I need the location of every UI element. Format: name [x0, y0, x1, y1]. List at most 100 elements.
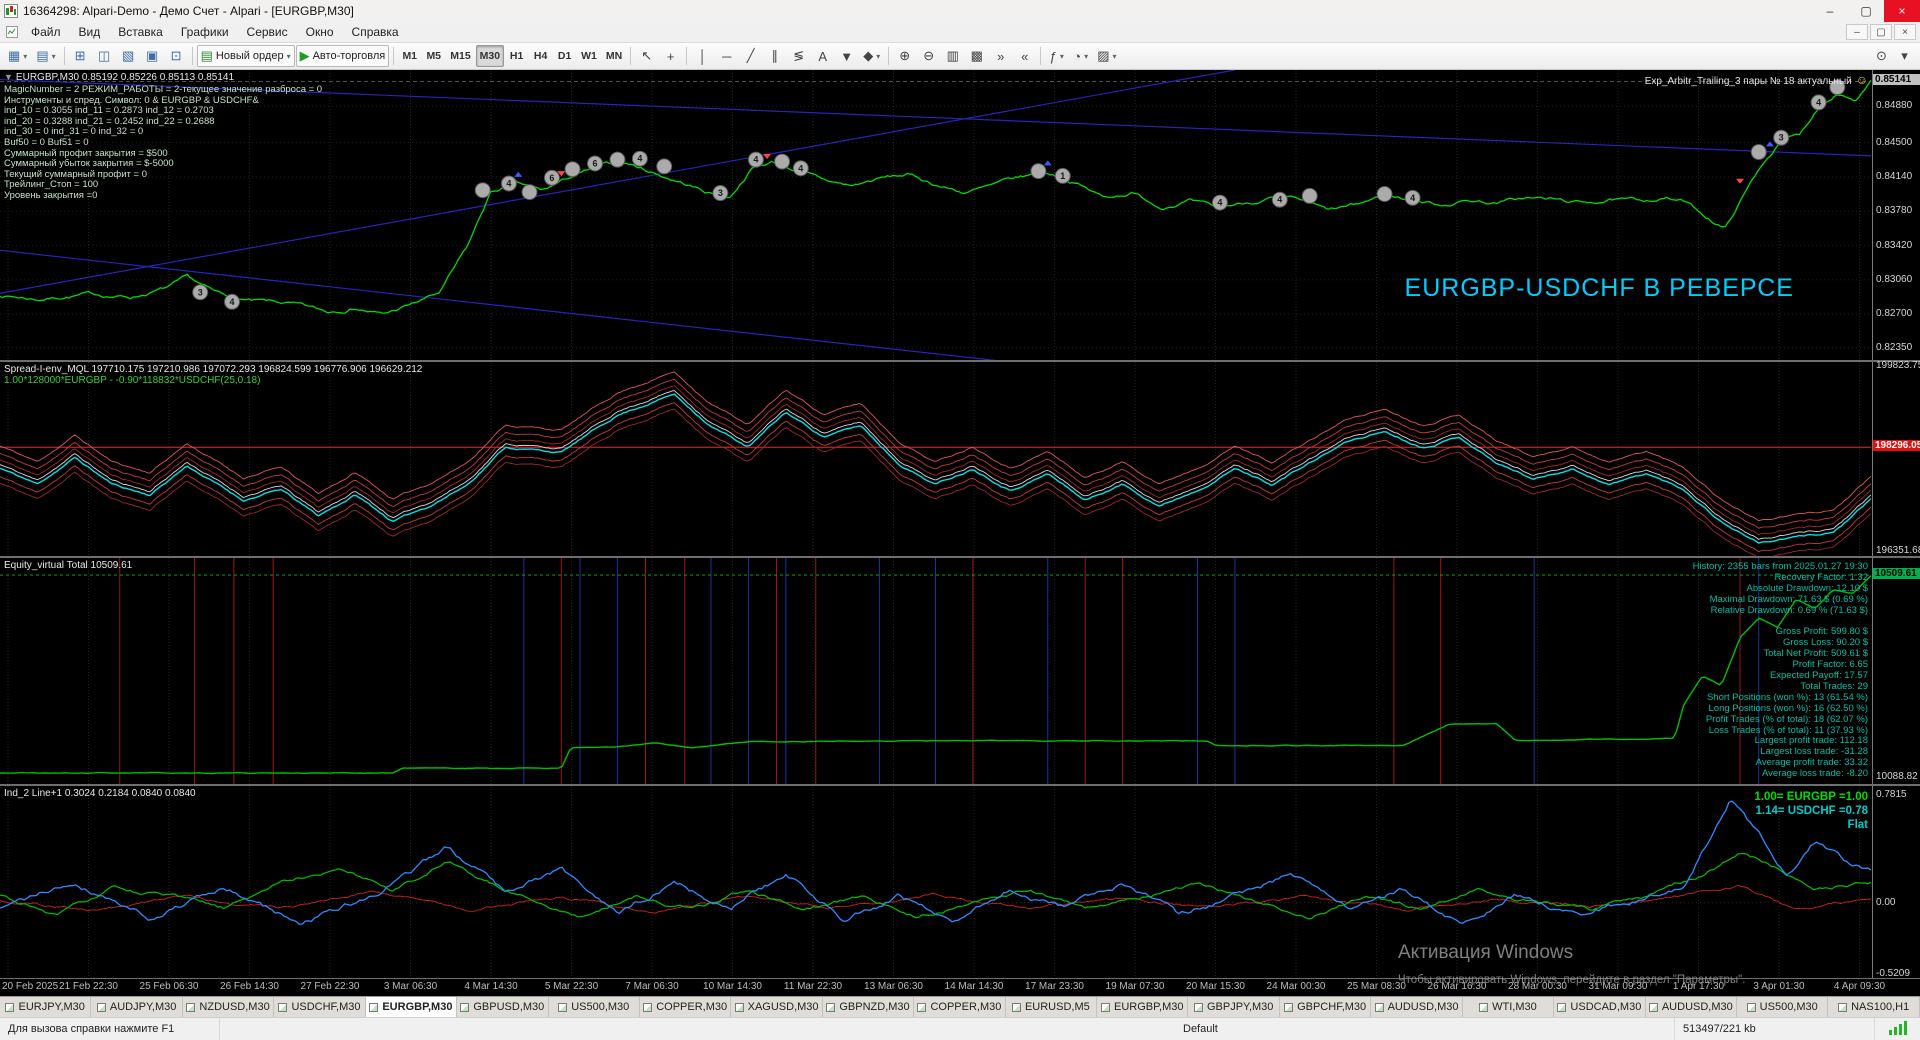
- chart-tab-eurusd-m5[interactable]: EURUSD,M5: [1005, 997, 1098, 1017]
- trade-marker[interactable]: 4: [500, 175, 517, 192]
- fibonacci-button[interactable]: ≶: [787, 45, 810, 67]
- chart-tab-audusd-m30[interactable]: AUDUSD,M30: [1371, 997, 1463, 1017]
- market-watch-button[interactable]: ⊞: [69, 45, 92, 67]
- spread-indicator-plot[interactable]: [0, 362, 1871, 556]
- navigator-button[interactable]: ▧: [117, 45, 140, 67]
- chart-tab-eurgbp-m30[interactable]: EURGBP,M30: [365, 997, 458, 1017]
- equidistant-channel-button[interactable]: ∥: [763, 45, 786, 67]
- price-scale-panel2[interactable]: 199823.75 196351.68 198296.05: [1872, 360, 1920, 556]
- timeframe-m5-button[interactable]: M5: [422, 45, 445, 67]
- tile-windows-button[interactable]: ▥: [941, 45, 964, 67]
- chart-tab-gbpnzd-m30[interactable]: GBPNZD,M30: [822, 997, 915, 1017]
- trade-marker[interactable]: 6: [586, 155, 603, 172]
- trade-marker[interactable]: [474, 182, 491, 199]
- cursor-button[interactable]: ↖: [635, 45, 658, 67]
- menu-help[interactable]: Справка: [343, 22, 408, 42]
- menu-charts[interactable]: Графики: [172, 22, 238, 42]
- chart-shift-button[interactable]: «: [1013, 45, 1036, 67]
- chart-tab-nzdusd-m30[interactable]: NZDUSD,M30: [182, 997, 275, 1017]
- trade-marker[interactable]: 4: [1404, 189, 1421, 206]
- search-button[interactable]: ⊙: [1870, 45, 1893, 67]
- zoom-in-button[interactable]: ⊕: [893, 45, 916, 67]
- trade-marker[interactable]: [609, 151, 626, 168]
- trade-marker[interactable]: [564, 161, 581, 178]
- chart-tab-usdcad-m30[interactable]: USDCAD,M30: [1554, 997, 1646, 1017]
- trade-marker[interactable]: 4: [224, 293, 241, 310]
- autotrade-button[interactable]: ▶ Авто-торговля: [295, 45, 390, 67]
- templates-button[interactable]: ▨ ▾: [1093, 45, 1120, 67]
- trade-marker[interactable]: 4: [747, 151, 764, 168]
- cascade-windows-button[interactable]: ▩: [965, 45, 988, 67]
- trade-marker[interactable]: 4: [1810, 94, 1827, 111]
- new-chart-button[interactable]: ▦ ▾: [4, 45, 31, 67]
- new-order-button[interactable]: ▤ Новый ордер ▾: [196, 45, 295, 67]
- chart-window-icon[interactable]: [6, 26, 18, 38]
- timeframe-d1-button[interactable]: D1: [553, 45, 576, 67]
- profiles-button[interactable]: ▤ ▾: [32, 45, 59, 67]
- ea-smiley-icon[interactable]: ☺: [1856, 73, 1868, 87]
- horizontal-line-button[interactable]: ─: [715, 45, 738, 67]
- one-click-trading-arrow[interactable]: ▼: [4, 72, 13, 82]
- trade-marker[interactable]: 1: [1054, 167, 1071, 184]
- menu-window[interactable]: Окно: [297, 22, 343, 42]
- strategy-tester-button[interactable]: ⊡: [165, 45, 188, 67]
- menu-view[interactable]: Вид: [70, 22, 110, 42]
- trade-marker[interactable]: 4: [792, 160, 809, 177]
- trade-marker[interactable]: [1376, 186, 1393, 203]
- chart-tab-wti-m30[interactable]: WTI,M30: [1462, 997, 1555, 1017]
- toolbar-more-button[interactable]: ▾: [1893, 45, 1916, 67]
- trade-marker[interactable]: 4: [1211, 194, 1228, 211]
- status-profile[interactable]: Default: [1175, 1018, 1675, 1040]
- timeframe-w1-button[interactable]: W1: [577, 45, 601, 67]
- mdi-restore-button[interactable]: ▢: [1870, 24, 1892, 40]
- trade-marker[interactable]: 6: [543, 169, 560, 186]
- timeframe-m30-button[interactable]: M30: [475, 45, 505, 67]
- crosshair-button[interactable]: +: [659, 45, 682, 67]
- menu-file[interactable]: Файл: [22, 22, 70, 42]
- equity-indicator-plot[interactable]: [0, 558, 1871, 784]
- trade-marker[interactable]: [774, 153, 791, 170]
- trade-marker[interactable]: [1030, 163, 1047, 180]
- data-window-button[interactable]: ◫: [93, 45, 116, 67]
- trade-marker[interactable]: 3: [712, 185, 729, 202]
- trade-marker[interactable]: [1750, 144, 1767, 161]
- chart-tab-copper-m30[interactable]: COPPER,M30: [639, 997, 732, 1017]
- chart-tab-gbpusd-m30[interactable]: GBPUSD,M30: [457, 997, 549, 1017]
- chart-tab-gbpchf-m30[interactable]: GBPCHF,M30: [1279, 997, 1372, 1017]
- timeframe-m1-button[interactable]: M1: [398, 45, 421, 67]
- timeframe-mn-button[interactable]: MN: [602, 45, 626, 67]
- chart-tab-audusd-m30[interactable]: AUDUSD,M30: [1645, 997, 1738, 1017]
- chart-tab-gbpjpy-m30[interactable]: GBPJPY,M30: [1188, 997, 1280, 1017]
- chart-tab-usdchf-m30[interactable]: USDCHF,M30: [274, 997, 366, 1017]
- chart-tab-us500-m30[interactable]: US500,M30: [1737, 997, 1829, 1017]
- mdi-minimize-button[interactable]: –: [1846, 24, 1868, 40]
- price-scale-panel3[interactable]: 10088.82 10509.61: [1872, 558, 1920, 784]
- chart-tab-xagusd-m30[interactable]: XAGUSD,M30: [731, 997, 823, 1017]
- trade-marker[interactable]: [656, 158, 673, 175]
- trade-marker[interactable]: 4: [1271, 191, 1288, 208]
- zoom-out-button[interactable]: ⊖: [917, 45, 940, 67]
- timeframe-h1-button[interactable]: H1: [505, 45, 528, 67]
- trendline-button[interactable]: ╱: [739, 45, 762, 67]
- chart-tab-eurgbp-m30[interactable]: EURGBP,M30: [1097, 997, 1189, 1017]
- chart-tab-nas100-h1[interactable]: NAS100,H1: [1828, 997, 1920, 1017]
- periods-button[interactable]: ◔ ▾: [1069, 45, 1092, 67]
- chart-panel-spread[interactable]: Spread-I-env_MQL 197710.175 197210.986 1…: [0, 360, 1920, 556]
- price-scale-panel1[interactable]: 0.84880 0.84500 0.84140 0.83780 0.83420 0.830…: [1872, 70, 1920, 360]
- restore-button[interactable]: ▢: [1848, 0, 1884, 22]
- close-button[interactable]: ×: [1884, 0, 1920, 22]
- chart-tab-audjpy-m30[interactable]: AUDJPY,M30: [91, 997, 183, 1017]
- text-label-button[interactable]: ▼: [835, 45, 858, 67]
- trade-marker[interactable]: [1301, 187, 1318, 204]
- chart-panel-price[interactable]: 3 4 4 6 6 4 3 4 4 1 4 4 4 3 4 ▼ EURGBP,M30 0.85192 0.85…: [0, 70, 1920, 360]
- mdi-close-button[interactable]: ×: [1894, 24, 1916, 40]
- menu-tools[interactable]: Сервис: [238, 22, 297, 42]
- arrows-button[interactable]: ◆ ▾: [859, 45, 884, 67]
- vertical-line-button[interactable]: │: [691, 45, 714, 67]
- trade-marker[interactable]: 3: [192, 284, 209, 301]
- trade-marker[interactable]: 3: [1773, 129, 1790, 146]
- chart-tab-eurjpy-m30[interactable]: EURJPY,M30: [0, 997, 92, 1017]
- terminal-button[interactable]: ▣: [141, 45, 164, 67]
- chart-panel-equity[interactable]: Equity_virtual Total 10509.61 History: 2…: [0, 558, 1920, 784]
- price-scale-panel4[interactable]: 0.7815 0.00 -0.5209: [1872, 786, 1920, 979]
